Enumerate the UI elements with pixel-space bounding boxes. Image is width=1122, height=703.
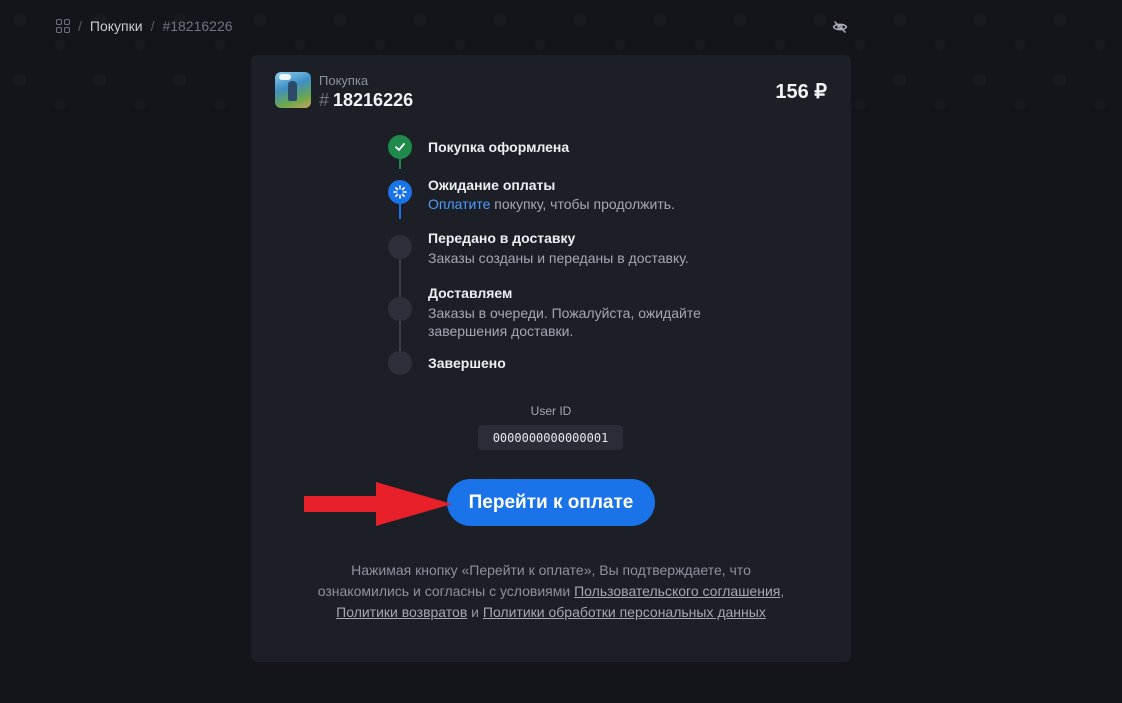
- check-icon: [388, 135, 412, 159]
- product-thumbnail: [275, 72, 311, 108]
- timeline-line: [399, 159, 401, 169]
- pending-dot: [388, 351, 412, 375]
- step-title: Завершено: [428, 355, 506, 371]
- grid-icon[interactable]: [56, 19, 70, 33]
- consent-line-3: Политики возвратов и Политики обработки …: [281, 602, 821, 623]
- breadcrumb-current: #18216226: [162, 18, 233, 34]
- user-id-label: User ID: [530, 404, 572, 418]
- breadcrumb-purchases[interactable]: Покупки: [90, 18, 143, 34]
- pay-now-link[interactable]: Оплатите: [428, 196, 490, 212]
- spinner-icon: [388, 180, 412, 204]
- step-title: Покупка оформлена: [428, 139, 570, 155]
- user-id-value[interactable]: 0000000000000001: [478, 425, 623, 450]
- privacy-policy-link[interactable]: Политики обработки персональных данных: [483, 604, 766, 620]
- step-description: Заказы созданы и переданы в доставку.: [428, 250, 689, 266]
- breadcrumb: / Покупки / #18216226: [56, 16, 233, 36]
- consent-line-1: Нажимая кнопку «Перейти к оплате», Вы по…: [351, 562, 751, 578]
- breadcrumb-separator: /: [150, 18, 155, 34]
- refund-policy-link[interactable]: Политики возвратов: [336, 604, 467, 620]
- eye-off-icon[interactable]: [832, 19, 848, 35]
- step-description: Заказы в очереди. Пожалуйста, ожидайте з…: [428, 305, 701, 339]
- consent-text: ознакомились и согласны с условиями: [317, 583, 575, 599]
- consent-line-2: ознакомились и согласны с условиями Поль…: [281, 581, 821, 602]
- purchase-card: Покупка #18216226 156 ₽ Покупка оформлен…: [251, 55, 851, 662]
- order-price: 156 ₽: [775, 81, 827, 103]
- step-title: Ожидание оплаты: [428, 177, 556, 193]
- step-description: Оплатите покупку, чтобы продолжить.: [428, 195, 748, 213]
- user-agreement-link[interactable]: Пользовательского соглашения: [574, 583, 780, 599]
- purchase-label: Покупка: [319, 73, 369, 88]
- red-arrow-annotation: [304, 482, 452, 526]
- consent-notice: Нажимая кнопку «Перейти к оплате», Вы по…: [281, 560, 821, 623]
- go-to-payment-button[interactable]: Перейти к оплате: [447, 479, 655, 526]
- breadcrumb-separator: /: [78, 18, 82, 34]
- hash-symbol: #: [319, 90, 330, 110]
- order-id-value: 18216226: [333, 90, 414, 110]
- pending-dot: [388, 235, 412, 259]
- order-number: #18216226: [319, 90, 413, 111]
- pending-dot: [388, 297, 412, 321]
- consent-comma: ,: [780, 583, 785, 599]
- step-title: Доставляем: [428, 285, 513, 301]
- consent-and: и: [467, 604, 483, 620]
- step-title: Передано в доставку: [428, 230, 576, 246]
- step-description-text: покупку, чтобы продолжить.: [490, 196, 675, 212]
